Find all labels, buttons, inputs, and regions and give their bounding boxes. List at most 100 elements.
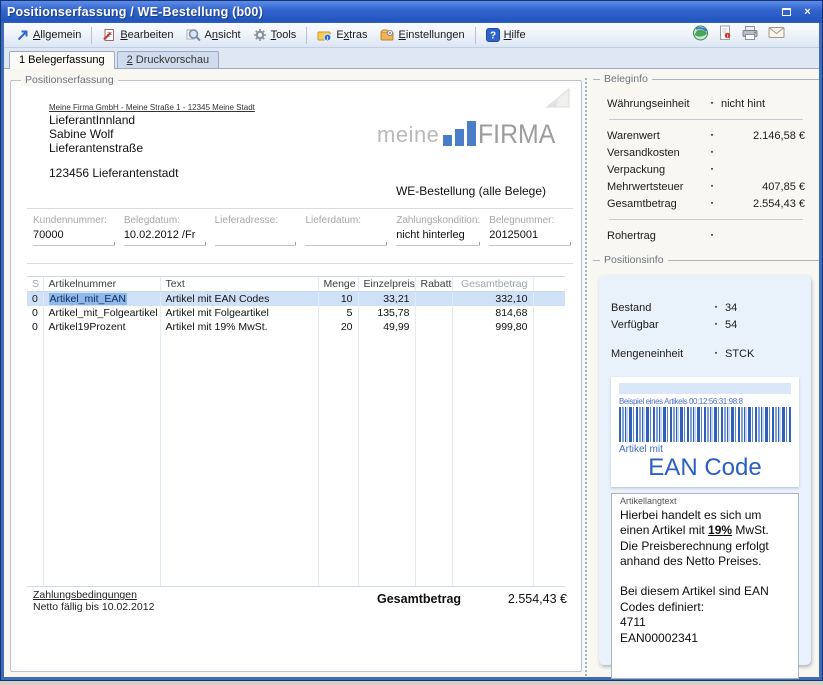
divider [27,208,573,209]
row-warenwert: Warenwert ▪ 2.146,58 € [607,127,805,144]
close-button[interactable]: × [799,5,816,19]
menu-item-label: Einstellungen [399,29,465,41]
divider [27,263,573,264]
menu-bearbeiten[interactable]: Bearbeiten [96,26,179,44]
row-verpackung: Verpackung ▪ [607,161,805,178]
table-row[interactable]: 0 Artikel_mit_EAN Artikel mit EAN Codes … [27,292,565,307]
logo-barchart-icon [443,121,476,146]
barcode-icon [619,407,791,442]
table-row[interactable]: 0 Artikel_mit_Folgeartikel Artikel mit F… [27,306,565,320]
info-panel: Beleginfo Währungseinheit ▪ nicht hint W… [593,70,819,665]
equals-icon: ▪ [703,149,721,156]
belegdatum-input[interactable]: 10.02.2012 /Fr [124,227,206,246]
selected-cell[interactable]: Artikel_mit_EAN [49,293,127,305]
ean-barcode-card: Beispiel eines Artikels 00:12:56:31:98:8… [611,377,799,487]
lieferdatum-input[interactable] [305,227,387,246]
toolbar-separator [306,27,307,44]
edit-icon [102,28,116,42]
equals-icon: ▪ [703,183,721,190]
row-rohertrag: Rohertrag ▪ [607,227,805,244]
belegnummer-input[interactable]: 20125001 [489,227,571,246]
tab-druckvorschau[interactable]: 2 Druckvorschau [117,51,220,68]
help-icon: ? [486,28,500,42]
menu-item-label: Allgemein [33,29,81,41]
close-icon: × [804,6,810,18]
menu-tools[interactable]: Tools [247,26,303,44]
menu-einstellungen[interactable]: Einstellungen [374,26,471,44]
menu-ansicht[interactable]: Ansicht [180,26,247,44]
header-fields: Kundennummer: 70000 Belegdatum: 10.02.20… [33,215,571,246]
beleginfo-rows: Währungseinheit ▪ nicht hint Warenwert ▪… [593,85,819,244]
document-preview: Meine Firma GmbH - Meine Straße 1 - 1234… [11,81,581,671]
logo-text-right: FIRMA [478,122,555,146]
toolbar-separator [475,27,476,44]
app-window: Positionserfassung / WE-Bestellung (b00)… [0,0,823,681]
group-label: Beleginfo [600,73,652,85]
table-header-row: S Artikelnummer Text Menge Einzelpreis R… [27,277,565,292]
globe-icon[interactable] [692,25,709,46]
menu-item-label: Extras [336,29,367,41]
table-empty-area [27,334,565,586]
toolbar-separator [91,27,92,44]
page-boundary-separator [585,78,587,676]
arrow-upright-icon [16,29,29,42]
field-zahlungskondition: Zahlungskondition: nicht hinterleg [396,215,480,246]
equals-icon: ▪ [707,321,725,328]
window-title: Positionserfassung / WE-Bestellung (b00) [7,5,774,19]
recipient-street: Lieferantenstraße [49,141,143,155]
menu-extras[interactable]: i Extras [311,26,373,44]
menu-item-label: Ansicht [205,29,241,41]
row-gesamtbetrag: Gesamtbetrag ▪ 2.554,43 € [607,195,805,212]
positionsinfo-panel: Bestand ▪ 34 Verfügbar ▪ 54 Mengeneinhei… [599,275,811,665]
restore-button[interactable] [778,5,795,19]
kundennummer-input[interactable]: 70000 [33,227,115,246]
barcode-label-large: EAN Code [619,455,791,481]
group-label: Positionsinfo [600,254,668,266]
equals-icon: ▪ [707,304,725,311]
positions-table: S Artikelnummer Text Menge Einzelpreis R… [27,276,565,587]
lieferadresse-input[interactable] [215,227,297,246]
printer-icon[interactable] [741,25,759,46]
row-mengeneinheit: Mengeneinheit ▪ STCK [611,345,799,362]
logo-text-left: meine [377,124,439,146]
menu-allgemein[interactable]: Allgemein [10,27,87,44]
field-kundennummer: Kundennummer: 70000 [33,215,115,246]
equals-icon: ▪ [703,100,721,107]
equals-icon: ▪ [703,200,721,207]
equals-icon: ▪ [703,166,721,173]
zahlungskondition-input[interactable]: nicht hinterleg [396,227,480,246]
menu-toolbar: Allgemein Bearbeiten Ansicht Tools i Ext… [4,23,819,48]
col-menge: Menge [318,277,358,292]
col-extra [533,277,565,292]
positionserfassung-group: Positionserfassung Meine Firma GmbH - Me… [10,80,582,672]
zahlungsbedingungen-link[interactable]: Zahlungsbedingungen [33,589,154,601]
row-mehrwertsteuer: Mehrwertsteuer ▪ 407,85 € [607,178,805,195]
menu-item-label: Tools [271,29,297,41]
artikellangtext-card[interactable]: Artikellangtext Hierbei handelt es sich … [611,493,799,679]
restore-icon [782,8,791,16]
document-info-icon[interactable]: i [718,25,732,46]
col-text: Text [160,277,318,292]
field-lieferdatum: Lieferdatum: [305,215,387,246]
tab-belegerfassung[interactable]: 1 Belegerfassung [9,51,115,69]
client-area: Allgemein Bearbeiten Ansicht Tools i Ext… [4,23,819,677]
mail-icon[interactable] [768,26,785,44]
row-waehrungseinheit: Währungseinheit ▪ nicht hint [607,95,805,112]
company-logo: meine FIRMA [377,121,562,146]
menu-hilfe[interactable]: ? Hilfe [480,26,532,44]
col-einzelpreis: Einzelpreis [358,277,415,292]
col-artikelnummer: Artikelnummer [43,277,160,292]
beleginfo-header: Beleginfo [593,73,819,85]
tab-strip: 1 Belegerfassung 2 Druckvorschau [4,48,819,69]
toolbar-right-icons: i [692,25,813,46]
recipient-name: LieferantInnland [49,113,135,127]
svg-text:?: ? [490,31,496,42]
artikellangtext-label: Artikellangtext [620,496,790,506]
menu-item-label: Hilfe [504,29,526,41]
gear-icon [253,28,267,42]
col-s: S [27,277,43,292]
payment-terms: Zahlungsbedingungen Netto fällig bis 10.… [33,589,154,613]
table-row[interactable]: 0 Artikel19Prozent Artikel mit 19% MwSt.… [27,320,565,334]
document-type: WE-Bestellung (alle Belege) [371,184,571,198]
equals-icon: ▪ [703,132,721,139]
